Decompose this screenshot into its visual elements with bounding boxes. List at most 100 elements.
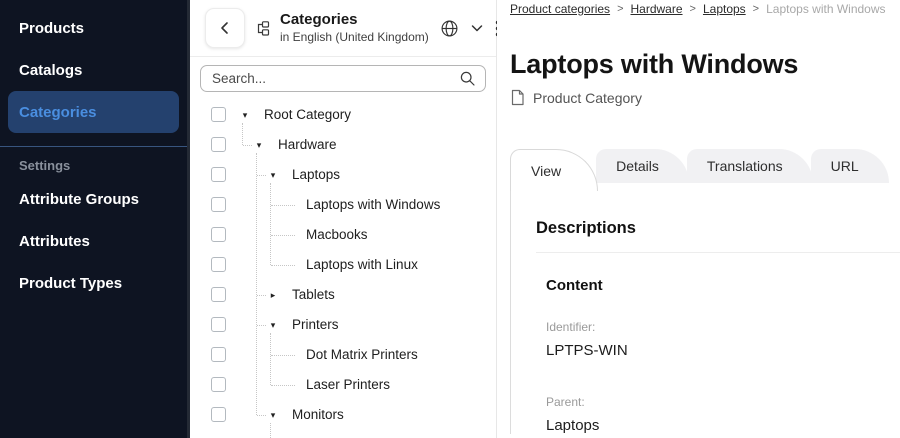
tree-connector [271,385,295,386]
breadcrumb-hardware[interactable]: Hardware [631,2,683,16]
tab-translations[interactable]: Translations [687,149,813,183]
expand-toggle-icon[interactable]: ▸ [266,280,280,310]
category-checkbox[interactable] [211,317,226,332]
tree-connector [270,423,271,438]
collapse-toggle-icon[interactable]: ▾ [252,130,266,160]
content-heading: Content [546,277,900,294]
tree-connector [271,205,295,206]
tree-connector [271,355,295,356]
search-input[interactable] [212,71,459,86]
entity-type-label: Product Category [533,90,642,106]
tree-node-macbooks: Macbooks [190,220,496,250]
sidebar-divider [0,146,187,147]
globe-icon [440,19,459,38]
tree-connector [257,415,266,416]
sidebar-section-label: Settings [0,159,187,173]
tree-node-label[interactable]: Macbooks [306,220,368,250]
category-tree: ▾Root Category▾Hardware▾LaptopsLaptops w… [190,100,496,438]
field-list: Identifier:LPTPS-WINParent:Laptops [536,320,900,434]
tree-node-label[interactable]: Laser Printers [306,370,390,400]
tab-content-view: Descriptions Content Identifier: LPTPS-WI… [510,191,900,434]
back-button[interactable] [205,8,245,48]
breadcrumb-laptops-with-windows: Laptops with Windows [766,2,885,16]
categories-tree-panel: Categories in English (United Kingdom) [190,0,497,438]
tree-connector [242,123,243,145]
tree-node-laptops-with-linux: Laptops with Linux [190,250,496,280]
tree-node-label[interactable]: Monitors [292,400,344,430]
locale-dropdown-button[interactable] [468,19,486,37]
sidebar-settings-nav: Attribute GroupsAttributesProduct Types [0,178,187,304]
tree-node-laptops: ▾ Laptops [190,160,496,190]
field-value: LPTPS-WIN [546,342,900,359]
tree-connector [257,325,266,326]
category-checkbox[interactable] [211,107,226,122]
search-row [190,57,496,100]
hierarchy-icon [254,20,271,37]
collapse-toggle-icon[interactable]: ▾ [238,100,252,130]
tree-node-label[interactable]: Printers [292,310,339,340]
category-checkbox[interactable] [211,167,226,182]
tree-node-printers: ▾ Printers [190,310,496,340]
category-checkbox[interactable] [211,197,226,212]
sidebar: ProductsCatalogsCategories Settings Attr… [0,0,190,438]
breadcrumb-separator: > [690,3,696,15]
category-checkbox[interactable] [211,407,226,422]
page-title: Laptops with Windows [510,49,900,80]
tree-node-dot-matrix-printers: Dot Matrix Printers [190,340,496,370]
tab-view[interactable]: View [510,149,598,191]
descriptions-heading: Descriptions [536,219,900,238]
tree-node-label[interactable]: Dot Matrix Printers [306,340,418,370]
sidebar-item-product-types[interactable]: Product Types [8,262,179,304]
field-identifier: Identifier: LPTPS-WIN [546,320,900,359]
tree-node-label[interactable]: Laptops with Windows [306,190,440,220]
tab-details[interactable]: Details [596,149,689,183]
tree-node-label[interactable]: Hardware [278,130,337,160]
document-icon [510,89,525,106]
search-box [200,65,486,92]
tree-connector [243,145,252,146]
tree-connector [271,235,295,236]
category-checkbox[interactable] [211,377,226,392]
tree-node-label[interactable]: Laptops with Linux [306,250,418,280]
locale-globe-button[interactable] [438,17,461,40]
tree-panel-title: Categories [280,11,429,30]
tree-node-tablets: ▸ Tablets [190,280,496,310]
collapse-toggle-icon[interactable]: ▾ [266,160,280,190]
tree-node-monitors: ▾ Monitors [190,400,496,430]
sidebar-item-attributes[interactable]: Attributes [8,220,179,262]
category-checkbox[interactable] [211,137,226,152]
tree-connector [257,175,266,176]
tree-connector [270,333,271,385]
tab-url[interactable]: URL [811,149,889,183]
tree-node-label[interactable]: Tablets [292,280,335,310]
breadcrumb-separator: > [617,3,623,15]
category-checkbox[interactable] [211,257,226,272]
breadcrumb-laptops[interactable]: Laptops [703,2,746,16]
tree-panel-header: Categories in English (United Kingdom) [190,0,496,57]
search-icon [459,70,476,87]
sidebar-item-catalogs[interactable]: Catalogs [8,49,179,91]
category-detail-panel: Product categories>Hardware>Laptops>Lapt… [497,0,900,438]
collapse-toggle-icon[interactable]: ▾ [266,400,280,430]
tree-node-label[interactable]: Root Category [264,100,351,130]
category-checkbox[interactable] [211,347,226,362]
chevron-left-icon [218,21,232,35]
tab-bar: ViewDetailsTranslationsURL [510,149,900,191]
breadcrumb-product-categories[interactable]: Product categories [510,2,610,16]
field-label: Parent: [546,395,900,409]
tree-connector [256,153,257,415]
category-checkbox[interactable] [211,287,226,302]
collapse-toggle-icon[interactable]: ▾ [266,310,280,340]
tree-panel-locale: in English (United Kingdom) [280,30,429,45]
tree-node-laptops-with-windows: Laptops with Windows [190,190,496,220]
tree-panel-titles: Categories in English (United Kingdom) [280,11,429,45]
sidebar-item-products[interactable]: Products [8,7,179,49]
sidebar-item-categories[interactable]: Categories [8,91,179,133]
sidebar-item-attribute-groups[interactable]: Attribute Groups [8,178,179,220]
category-checkbox[interactable] [211,227,226,242]
field-label: Identifier: [546,320,900,334]
breadcrumb: Product categories>Hardware>Laptops>Lapt… [510,2,900,16]
tree-node-hardware: ▾ Hardware [190,130,496,160]
sidebar-main-nav: ProductsCatalogsCategories [0,7,187,133]
tree-node-label[interactable]: Laptops [292,160,340,190]
